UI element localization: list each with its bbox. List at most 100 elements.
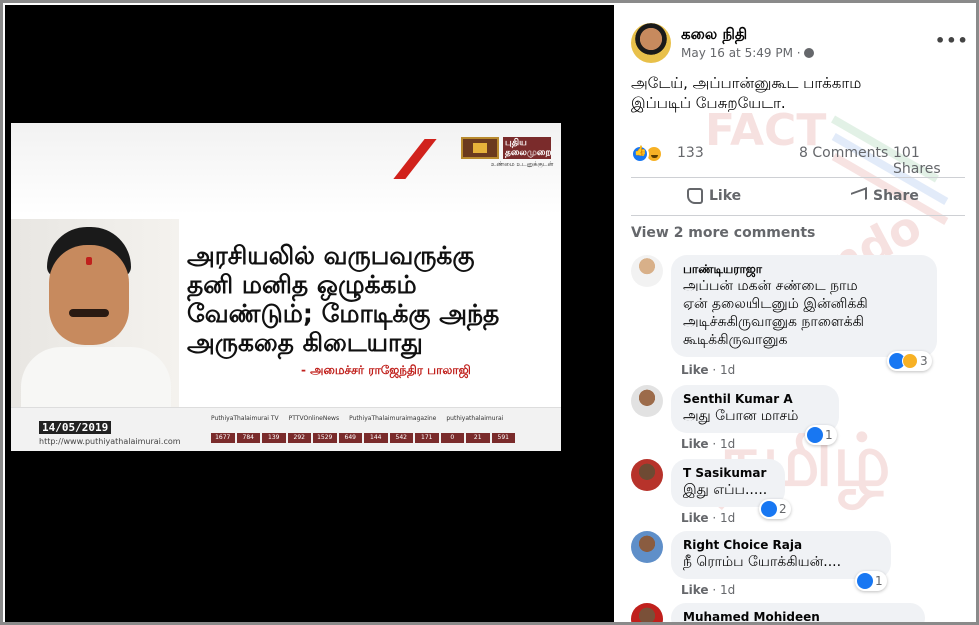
post-text: அடேய், அப்பான்னுகூட பாக்காம இப்படிப் பேச… [631,73,961,113]
comment-reaction-count: 1 [875,574,883,588]
comment-like-link[interactable]: Like [681,363,709,377]
ticker-cell: 649 [338,433,362,443]
more-options-icon[interactable]: ••• [935,31,969,50]
news-date: 14/05/2019 [39,421,112,434]
post-image[interactable]: புதிய தலைமுறை உண்மை உடனுக்குடன் அரசியலில… [11,123,561,451]
headline-line: வேண்டும்; மோடிக்கு அந்த [187,299,500,328]
comment-meta: Like · 1d [681,511,736,525]
comment-time[interactable]: 1d [720,511,735,525]
comment-text-line: அப்பன் மகன் சண்டை நாம [683,278,858,294]
ticker-cell: 139 [262,433,286,443]
comment-reactions[interactable]: 1 [855,571,887,591]
headline-line: அரசியலில் வருபவருக்கு [187,241,475,270]
comment-like-link[interactable]: Like [681,437,709,451]
ticker-cell: 171 [415,433,439,443]
comment-reactions[interactable]: 2 [759,499,791,519]
commenter-avatar[interactable] [631,255,663,287]
divider [631,215,965,216]
comment-meta: Like · 1d [681,437,736,451]
photo-viewer[interactable]: புதிய தலைமுறை உண்மை உடனுக்குடன் அரசியலில… [5,5,614,622]
commenter-avatar[interactable] [631,385,663,417]
social-handle: puthiyathalaimurai [446,415,504,422]
comment-bubble: Right Choice Raja நீ ரொம்ப யோக்கியன்.... [671,531,891,579]
view-more-comments-link[interactable]: View 2 more comments [631,225,815,241]
quote-attribution: - அமைச்சர் ராஜேந்திர பாலாஜி [301,363,471,377]
commenter-avatar[interactable] [631,603,663,622]
comment-text-line: நீ ரொம்ப யோக்கியன்.... [683,554,842,570]
comment-bubble: Muhamed Mohideen [671,603,925,622]
social-handle: PTTVOnlineNews [288,415,340,422]
screenshot-frame: புதிய தலைமுறை உண்மை உடனுக்குடன் அரசியலில… [0,0,979,625]
commenter-avatar[interactable] [631,531,663,563]
share-button[interactable]: Share [851,183,919,209]
commenter-name[interactable]: T Sasikumar [683,466,773,481]
share-button-label: Share [873,188,919,204]
portrait-shirt [21,347,171,407]
comment-meta: Like · 1d [681,363,736,377]
comment-reactions[interactable]: 1 [805,425,837,445]
comment-reaction-count: 1 [825,428,833,442]
comment-time[interactable]: 1d [720,437,735,451]
commenter-avatar[interactable] [631,459,663,491]
thumbs-up-icon [687,188,703,204]
post-text-line: இப்படிப் பேசுறயேடா. [631,94,786,112]
portrait-mustache [69,309,109,317]
commenter-name[interactable]: Right Choice Raja [683,538,879,553]
commenter-name[interactable]: Muhamed Mohideen [683,610,913,622]
author-avatar[interactable] [631,23,671,63]
like-button[interactable]: Like [687,183,741,209]
comment-meta: Like · 1d [681,583,736,597]
channel-name: புதிய தலைமுறை [503,137,552,159]
channel-logo-icon [461,137,499,159]
like-reaction-icon [857,573,873,589]
comment: Muhamed Mohideen [631,603,961,622]
social-handles: PuthiyaThalaimurai TV PTTVOnlineNews Put… [211,415,503,422]
social-handle: PuthiyaThalaimurai TV [211,415,279,422]
ticker-cell: 1529 [313,433,337,443]
comment-like-link[interactable]: Like [681,511,709,525]
like-reaction-icon [631,145,649,163]
author-name[interactable]: கலை நிதி [681,25,747,45]
commenter-name[interactable]: பாண்டியராஜா [683,262,925,277]
comment: Senthil Kumar A அது போன மாசம் 1 Like · 1… [631,385,961,451]
results-ticker: 1677 784 139 292 1529 649 144 542 171 0 … [211,433,515,443]
channel-logo: புதிய தலைமுறை உண்மை உடனுக்குடன் [461,137,553,171]
ticker-cell: 542 [389,433,413,443]
post-timestamp[interactable]: May 16 at 5:49 PM · [681,46,814,60]
comment-time[interactable]: 1d [720,363,735,377]
comment-text-line: அடிச்சுகிருவானுக நாளைக்கி [683,314,864,330]
reaction-count[interactable]: 133 [677,145,704,161]
commenter-name[interactable]: Senthil Kumar A [683,392,827,407]
comment-text-line: இது எப்ப..... [683,482,768,498]
divider [631,177,965,178]
minister-portrait [11,219,179,407]
ticker-cell: 784 [236,433,260,443]
comment-reactions[interactable]: 3 [887,351,932,371]
comment-time[interactable]: 1d [720,583,735,597]
ticker-cell: 21 [466,433,490,443]
comments-count[interactable]: 8 Comments [799,145,888,161]
shares-count[interactable]: 101 Shares [893,145,965,177]
haha-reaction-icon [902,353,918,369]
news-headline: அரசியலில் வருபவருக்கு தனி மனித ஒழுக்கம் … [187,241,557,357]
share-arrow-icon [851,187,867,205]
ticker-cell: 292 [287,433,311,443]
comment-reaction-count: 2 [779,502,787,516]
like-reaction-icon [761,501,777,517]
headline-line: அருகதை கிடையாது [187,328,423,357]
post-sidebar: FACT crescendo தமிழ் கலை நிதி May 16 at … [615,5,976,622]
comment-bubble: பாண்டியராஜா அப்பன் மகன் சண்டை நாம ஏன் தல… [671,255,937,357]
post-time-text[interactable]: May 16 at 5:49 PM · [681,46,801,60]
comment-text-line: ஏன் தலையிடனும் இன்னிக்கி [683,296,868,312]
ticker-cell: 591 [491,433,515,443]
ticker-cell: 1677 [211,433,235,443]
globe-icon [803,48,814,58]
reactions-summary[interactable]: 133 8 Comments 101 Shares [631,143,965,177]
comment-like-link[interactable]: Like [681,583,709,597]
ticker-cell: 0 [440,433,464,443]
post-text-line: அடேய், அப்பான்னுகூட பாக்காம [631,74,862,92]
comment: Right Choice Raja நீ ரொம்ப யோக்கியன்....… [631,531,961,597]
like-reaction-icon [807,427,823,443]
comment-text-line: அது போன மாசம் [683,408,799,424]
comment-reaction-count: 3 [920,354,928,368]
